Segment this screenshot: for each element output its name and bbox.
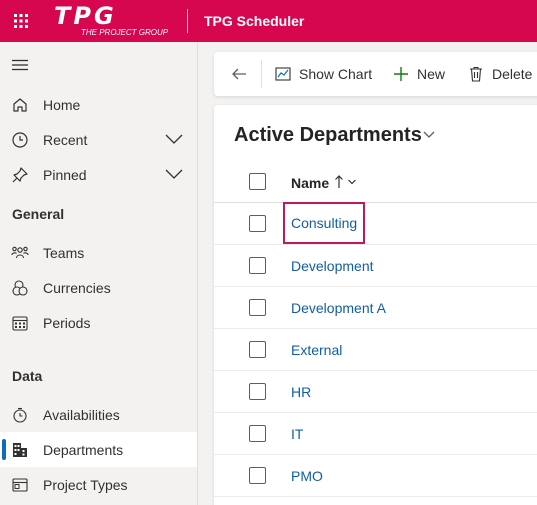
chart-icon (275, 67, 291, 81)
sidebar-item-label: Pinned (43, 167, 87, 183)
sidebar-item-currencies[interactable]: Currencies (0, 270, 197, 305)
header-divider (187, 9, 188, 33)
pin-icon (12, 167, 28, 183)
coins-icon (12, 280, 28, 296)
selected-indicator (2, 439, 6, 460)
row-checkbox[interactable] (249, 383, 266, 400)
new-label: New (417, 66, 446, 82)
row-checkbox[interactable] (249, 257, 266, 274)
section-heading-general: General (12, 206, 65, 222)
delete-button[interactable]: Delete (467, 52, 532, 96)
table-row[interactable]: Development (214, 245, 537, 287)
row-checkbox[interactable] (249, 425, 266, 442)
row-checkbox[interactable] (249, 467, 266, 484)
calendar-icon (12, 316, 28, 331)
sidebar-item-label: Currencies (43, 280, 111, 296)
row-name-link[interactable]: HR (291, 383, 311, 401)
sidebar-item-label: Availabilities (43, 407, 120, 423)
sidebar-item-home[interactable]: Home (0, 87, 197, 122)
clock-icon (12, 132, 28, 148)
sidebar-item-label: Project Types (43, 477, 128, 493)
sidebar-item-recent[interactable]: Recent (0, 122, 197, 157)
sidebar-item-label: Departments (43, 442, 124, 458)
grid-header: Name (214, 161, 537, 203)
row-checkbox[interactable] (249, 299, 266, 316)
delete-label: Delete (492, 66, 533, 82)
home-icon (13, 98, 27, 112)
view-selector-chevron-icon[interactable] (422, 130, 436, 140)
chevron-down-icon[interactable] (164, 167, 184, 181)
hamburger-menu-icon[interactable] (10, 56, 30, 74)
back-button[interactable] (230, 52, 248, 96)
sidebar-item-teams[interactable]: Teams (0, 235, 197, 270)
show-chart-button[interactable]: Show Chart (274, 52, 372, 96)
column-menu-chevron-icon[interactable] (347, 178, 357, 186)
people-team-icon (11, 246, 29, 259)
row-name-link[interactable]: Development A (291, 299, 386, 317)
row-name-link[interactable]: External (291, 341, 342, 359)
table-row[interactable]: Consulting (214, 202, 537, 245)
row-name-link[interactable]: PMO (291, 467, 323, 485)
row-name-link[interactable]: Development (291, 257, 374, 275)
availability-icon (13, 407, 27, 423)
table-row[interactable]: External (214, 329, 537, 371)
building-icon (13, 443, 27, 457)
row-checkbox[interactable] (249, 215, 266, 232)
waffle-icon (14, 14, 28, 28)
sidebar-item-label: Periods (43, 315, 91, 331)
table-row[interactable]: PMO (214, 455, 537, 497)
logo-text: TPG (54, 2, 117, 30)
project-types-icon (12, 478, 28, 492)
sidebar: Home Recent Pinned General Teams Currenc… (0, 42, 198, 505)
view-title[interactable]: Active Departments (234, 123, 422, 147)
trash-icon (470, 66, 482, 82)
new-button[interactable]: New (392, 52, 445, 96)
chevron-down-icon[interactable] (164, 132, 184, 146)
sidebar-item-availabilities[interactable]: Availabilities (0, 397, 197, 432)
app-title[interactable]: TPG Scheduler (204, 12, 304, 30)
select-all-checkbox[interactable] (249, 173, 266, 190)
sort-ascending-icon (335, 175, 343, 188)
grid-panel: Active Departments Name Consulting Devel… (214, 105, 537, 505)
tpg-logo[interactable]: TPG THE PROJECT GROUP (54, 4, 182, 38)
row-checkbox[interactable] (249, 341, 266, 358)
sidebar-item-pinned[interactable]: Pinned (0, 157, 197, 192)
section-heading-data: Data (12, 368, 43, 384)
sidebar-item-label: Home (43, 97, 81, 113)
command-bar: Show Chart New Delete (214, 52, 537, 96)
plus-icon (394, 67, 408, 81)
row-name-link[interactable]: Consulting (282, 202, 366, 244)
app-launcher-button[interactable] (0, 0, 42, 42)
sidebar-item-label: Recent (43, 132, 88, 148)
column-header-name[interactable]: Name (291, 174, 329, 192)
sidebar-item-project-types[interactable]: Project Types (0, 467, 197, 502)
command-separator (261, 60, 262, 88)
logo-subtext: THE PROJECT GROUP (81, 28, 169, 37)
sidebar-item-departments[interactable]: Departments (0, 432, 197, 467)
table-row[interactable]: HR (214, 371, 537, 413)
sidebar-item-label: Teams (43, 245, 85, 261)
back-arrow-icon (232, 68, 246, 80)
sidebar-item-periods[interactable]: Periods (0, 305, 197, 340)
row-name-link[interactable]: IT (291, 425, 303, 443)
top-bar: TPG THE PROJECT GROUP TPG Scheduler (0, 0, 537, 42)
table-row[interactable]: IT (214, 413, 537, 455)
table-row[interactable]: Development A (214, 287, 537, 329)
show-chart-label: Show Chart (299, 66, 373, 82)
